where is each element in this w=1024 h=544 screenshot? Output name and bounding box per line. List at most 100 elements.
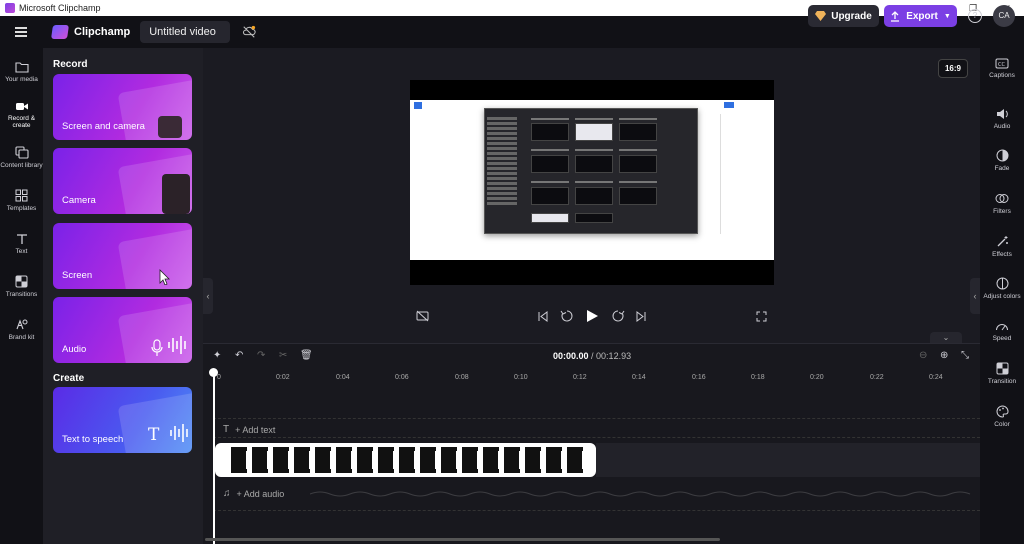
camera-off-icon[interactable] [416, 310, 429, 322]
sidebar-item-transitions[interactable]: Transitions [0, 265, 43, 308]
sidebar-item-captions[interactable]: CC Captions [980, 58, 1024, 79]
cloud-sync-off-icon[interactable] [242, 25, 256, 39]
transition-icon [996, 362, 1008, 375]
sidebar-item-fade[interactable]: Fade [980, 149, 1024, 172]
collapse-panel-button[interactable]: ‹ [203, 278, 213, 314]
text-icon: T [223, 424, 230, 435]
diamond-icon [815, 11, 827, 21]
clipchamp-logo [51, 25, 69, 39]
export-button[interactable]: Export ▼ [884, 5, 957, 27]
help-icon[interactable]: ? [968, 9, 982, 23]
sidebar-item-effects[interactable]: Effects [980, 235, 1024, 258]
adjust-colors-icon [996, 277, 1008, 290]
add-text-track[interactable]: T + Add text [223, 424, 275, 435]
music-note-icon: ♫ [223, 488, 231, 499]
avatar[interactable]: CA [993, 5, 1015, 27]
zoom-in-icon[interactable]: ⊕ [940, 350, 948, 361]
speedometer-icon [996, 324, 1008, 331]
video-preview[interactable] [410, 80, 774, 285]
person-thumbnail [162, 174, 190, 214]
captions-icon: CC [995, 58, 1009, 69]
upload-icon [891, 10, 900, 22]
fade-icon [996, 149, 1008, 162]
record-screen-and-camera-card[interactable]: Screen and camera [53, 74, 192, 140]
sidebar-item-speed[interactable]: Speed [980, 320, 1024, 342]
text-t-icon: T [148, 425, 160, 445]
timeline-scrollbar[interactable] [205, 538, 720, 541]
brand-kit-icon [16, 319, 28, 330]
sidebar-item-filters[interactable]: Filters [980, 192, 1024, 215]
record-screen-card[interactable]: Screen [53, 223, 192, 289]
chevron-down-icon: ▼ [943, 12, 951, 20]
sidebar-item-transition[interactable]: Transition [980, 362, 1024, 385]
properties-sidebar: CC Captions Audio Fade Filters Effects A… [980, 48, 1024, 544]
menu-icon[interactable] [0, 16, 42, 48]
rewind-5-icon[interactable] [560, 309, 574, 323]
waveform-icon [170, 424, 188, 442]
record-camera-card[interactable]: Camera [53, 148, 192, 214]
magic-wand-icon [997, 236, 1008, 247]
sidebar-item-audio[interactable]: Audio [980, 108, 1024, 130]
total-time: / 00:12.93 [591, 351, 632, 361]
time-ruler[interactable]: 0 0:02 0:04 0:06 0:08 0:10 0:12 0:14 0:1… [203, 370, 980, 384]
sidebar-item-your-media[interactable]: Your media [0, 50, 43, 93]
skip-back-icon[interactable] [537, 311, 548, 322]
record-audio-card[interactable]: Audio [53, 297, 192, 363]
fullscreen-icon[interactable] [756, 311, 767, 322]
project-title-input[interactable]: Untitled video [140, 21, 231, 43]
transitions-icon [15, 275, 28, 288]
camera-icon [15, 102, 28, 110]
aspect-ratio-button[interactable]: 16:9 [938, 59, 968, 78]
zoom-out-icon[interactable]: ⊖ [919, 350, 927, 361]
playhead-handle[interactable] [209, 368, 218, 377]
folder-icon [14, 61, 29, 73]
collapse-properties-button[interactable]: ‹ [970, 278, 980, 314]
waveform-icon [168, 336, 186, 354]
record-heading: Record [53, 59, 88, 70]
timecode-display: 00:00.00 / 00:12.93 [553, 351, 631, 361]
upgrade-label: Upgrade [831, 10, 872, 22]
create-heading: Create [53, 373, 85, 384]
palette-icon [996, 405, 1008, 418]
add-audio-track[interactable]: ♫ + Add audio [223, 488, 284, 499]
person-thumbnail [158, 116, 182, 138]
video-clip[interactable] [215, 443, 596, 477]
speaker-icon [996, 109, 1008, 119]
clipchamp-app-icon [5, 3, 15, 13]
skip-forward-icon[interactable] [636, 311, 647, 322]
undo-icon[interactable]: ↶ [235, 350, 243, 361]
fit-timeline-icon[interactable]: ⤡ [961, 350, 969, 361]
sidebar-item-brand-kit[interactable]: Brand kit [0, 308, 43, 351]
sidebar-item-adjust-colors[interactable]: Adjust colors [980, 277, 1024, 300]
microphone-icon [151, 339, 163, 356]
sidebar-item-content-library[interactable]: Content library [0, 136, 43, 179]
magic-sparkle-icon[interactable]: ✦ [213, 350, 221, 361]
sidebar-item-record-create[interactable]: Record & create [0, 93, 43, 136]
playhead[interactable] [213, 369, 215, 544]
brand-name: Clipchamp [74, 26, 131, 38]
cursor-icon [159, 269, 170, 285]
audio-waveform-placeholder [310, 491, 971, 497]
text-icon [16, 233, 27, 244]
current-time: 00:00.00 [553, 351, 589, 361]
templates-icon [15, 189, 28, 202]
recorded-screen-content [410, 100, 774, 260]
text-to-speech-card[interactable]: T Text to speech [53, 387, 192, 453]
upgrade-button[interactable]: Upgrade [808, 5, 879, 27]
sidebar-item-color[interactable]: Color [980, 405, 1024, 428]
filters-icon [995, 194, 1009, 203]
sidebar-item-text[interactable]: Text [0, 222, 43, 265]
svg-text:CC: CC [998, 62, 1005, 68]
library-icon [14, 146, 29, 159]
timeline-toolbar: ✦ ↶ ↷ ✂ 🗑︎ 00:00.00 / 00:12.93 ⊖ ⊕ ⤡ [203, 344, 980, 368]
play-icon[interactable] [586, 309, 599, 323]
left-sidebar: Your media Record & create Content libra… [0, 48, 43, 544]
export-label: Export [906, 10, 938, 22]
window-title: Microsoft Clipchamp [19, 3, 101, 13]
sidebar-item-templates[interactable]: Templates [0, 179, 43, 222]
delete-icon[interactable]: 🗑︎ [300, 350, 313, 361]
record-create-panel: Record Screen and camera Camera Screen A… [43, 48, 203, 544]
forward-5-icon[interactable] [611, 309, 625, 323]
split-scissors-icon[interactable]: ✂ [279, 350, 287, 361]
redo-icon[interactable]: ↷ [257, 350, 265, 361]
